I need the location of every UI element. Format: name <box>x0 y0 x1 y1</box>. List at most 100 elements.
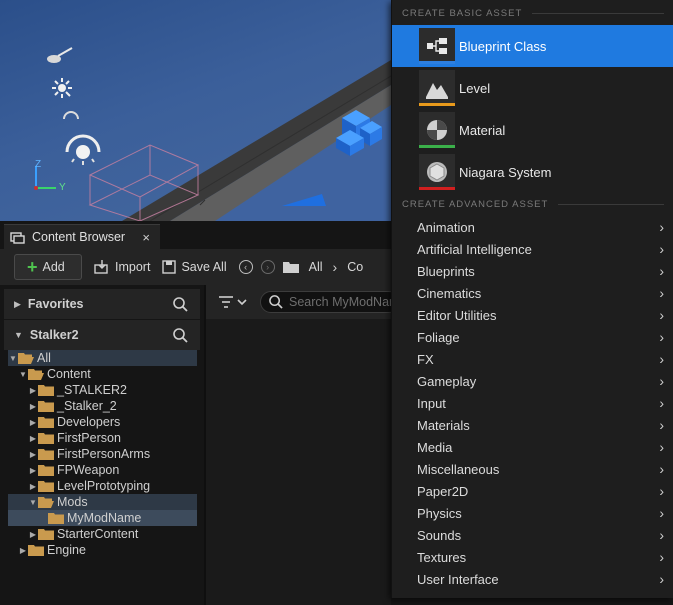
submenu-item-label: User Interface <box>417 571 499 587</box>
tab-close-button[interactable]: × <box>142 230 150 245</box>
collapsed-arrow-icon[interactable]: ▶ <box>28 466 38 475</box>
level-viewport[interactable]: Z Y <box>0 0 391 221</box>
menu-item-material[interactable]: Material <box>392 109 673 151</box>
collapsed-arrow-icon[interactable]: ▶ <box>28 418 38 427</box>
collapsed-arrow-icon[interactable]: ▶ <box>28 530 38 539</box>
submenu-item-label: Paper2D <box>417 483 469 499</box>
collapsed-arrow-icon[interactable]: ▶ <box>28 450 38 459</box>
collapsed-arrow-icon[interactable]: ▶ <box>28 434 38 443</box>
favorites-header[interactable]: ▶ Favorites <box>4 289 200 319</box>
import-button[interactable]: Import <box>94 254 150 280</box>
tree-row-label: Developers <box>57 415 121 429</box>
content-browser-icon <box>10 232 25 244</box>
asset-view[interactable]: Search MyModName <box>204 285 400 605</box>
tab-label: Content Browser <box>32 230 126 244</box>
submenu-item-miscellaneous[interactable]: Miscellaneous › <box>392 458 673 480</box>
submenu-item-label: Editor Utilities <box>417 307 497 323</box>
collapsed-arrow-icon[interactable]: ▶ <box>28 482 38 491</box>
tree-row-label: MyModName <box>67 511 142 525</box>
directional-light-icon[interactable] <box>44 44 74 66</box>
submenu-item-textures[interactable]: Textures › <box>392 546 673 568</box>
submenu-item-foliage[interactable]: Foliage › <box>392 326 673 348</box>
submenu-item-artificial-intelligence[interactable]: Artificial Intelligence › <box>392 238 673 260</box>
tree-row-label: Engine <box>47 543 86 557</box>
menu-item-level[interactable]: Level <box>392 67 673 109</box>
submenu-item-paper2d[interactable]: Paper2D › <box>392 480 673 502</box>
tree-row[interactable]: ▶ FPWeapon <box>8 462 197 478</box>
sky-atmosphere-icon[interactable] <box>64 132 102 166</box>
menu-item-niagara-system[interactable]: Niagara System <box>392 151 673 193</box>
tree-row[interactable]: ▶ Engine <box>8 542 197 558</box>
tree-row[interactable]: ▶ FirstPersonArms <box>8 446 197 462</box>
add-label: Add <box>42 260 65 274</box>
chevron-right-icon: › <box>659 307 664 323</box>
folder-path-icon[interactable] <box>282 261 299 273</box>
fog-icon[interactable] <box>62 108 80 120</box>
collapsed-arrow-icon: ▶ <box>14 298 21 309</box>
chevron-right-icon: › <box>659 351 664 367</box>
submenu-item-sounds[interactable]: Sounds › <box>392 524 673 546</box>
menu-item-label: Material <box>459 122 506 138</box>
chevron-right-icon: › <box>659 285 664 301</box>
tree-row-label: _Stalker_2 <box>57 399 117 413</box>
chevron-right-icon: › <box>659 219 664 235</box>
submenu-item-label: Gameplay <box>417 373 477 389</box>
tree-row[interactable]: ▶ Developers <box>8 414 197 430</box>
expanded-arrow-icon[interactable]: ▼ <box>28 498 38 507</box>
add-button[interactable]: + Add <box>14 254 82 280</box>
search-input[interactable]: Search MyModName <box>260 291 400 313</box>
blueprint-class-icon <box>419 28 455 64</box>
folder-icon <box>38 449 54 460</box>
tree-row[interactable]: ▼ Mods <box>8 494 197 510</box>
expanded-arrow-icon[interactable]: ▼ <box>8 354 18 363</box>
tree-row[interactable]: ▶ FirstPerson <box>8 430 197 446</box>
search-icon[interactable] <box>173 327 188 343</box>
sky-light-icon[interactable] <box>50 76 76 102</box>
path-content[interactable]: Co <box>347 254 363 280</box>
collapsed-arrow-icon[interactable]: ▶ <box>28 386 38 395</box>
collapsed-arrow-icon[interactable]: ▶ <box>18 546 28 555</box>
submenu-item-label: Media <box>417 439 453 455</box>
tree-row[interactable]: ▶ LevelPrototyping <box>8 478 197 494</box>
level-icon <box>419 70 455 106</box>
forward-icon[interactable]: › <box>260 260 275 274</box>
filter-icon[interactable] <box>218 295 248 309</box>
submenu-item-gameplay[interactable]: Gameplay › <box>392 370 673 392</box>
menu-item-label: Blueprint Class <box>459 38 547 54</box>
folder-open-icon <box>18 353 34 364</box>
chevron-right-icon: › <box>659 461 664 477</box>
tree-row[interactable]: ▼ All <box>8 350 197 366</box>
tree-row[interactable]: ▶ _Stalker_2 <box>8 398 197 414</box>
folder-icon <box>38 385 54 396</box>
submenu-item-media[interactable]: Media › <box>392 436 673 458</box>
submenu-item-blueprints[interactable]: Blueprints › <box>392 260 673 282</box>
submenu-item-physics[interactable]: Physics › <box>392 502 673 524</box>
expanded-arrow-icon[interactable]: ▼ <box>18 370 28 379</box>
search-icon[interactable] <box>173 296 188 312</box>
submenu-item-input[interactable]: Input › <box>392 392 673 414</box>
tree-row-label: StarterContent <box>57 527 139 541</box>
tree-row-label: All <box>37 351 51 365</box>
tree-row-label: FirstPersonArms <box>57 447 151 461</box>
collapsed-arrow-icon[interactable]: ▶ <box>28 402 38 411</box>
tree-row[interactable]: ▼ Content <box>8 366 197 382</box>
submenu-item-editor-utilities[interactable]: Editor Utilities › <box>392 304 673 326</box>
tree-row[interactable]: ▶ _STALKER2 <box>8 382 197 398</box>
path-all[interactable]: All <box>309 254 323 280</box>
submenu-item-cinematics[interactable]: Cinematics › <box>392 282 673 304</box>
submenu-item-animation[interactable]: Animation › <box>392 216 673 238</box>
save-all-button[interactable]: Save All <box>162 254 227 280</box>
submenu-item-fx[interactable]: FX › <box>392 348 673 370</box>
tree-row[interactable]: ▶ StarterContent <box>8 526 197 542</box>
submenu-item-label: Miscellaneous <box>417 461 500 477</box>
back-icon[interactable]: ‹ <box>238 260 253 274</box>
project-header[interactable]: ▼ Stalker2 <box>4 320 200 350</box>
submenu-item-materials[interactable]: Materials › <box>392 414 673 436</box>
tab-content-browser[interactable]: Content Browser × <box>4 224 160 249</box>
menu-item-blueprint-class[interactable]: Blueprint Class <box>392 25 673 67</box>
submenu-item-user-interface[interactable]: User Interface › <box>392 568 673 590</box>
chevron-right-icon: › <box>659 263 664 279</box>
chevron-right-icon: › <box>659 417 664 433</box>
create-basic-asset-header: CREATE BASIC ASSET <box>402 5 664 21</box>
tree-row[interactable]: MyModName <box>8 510 197 526</box>
